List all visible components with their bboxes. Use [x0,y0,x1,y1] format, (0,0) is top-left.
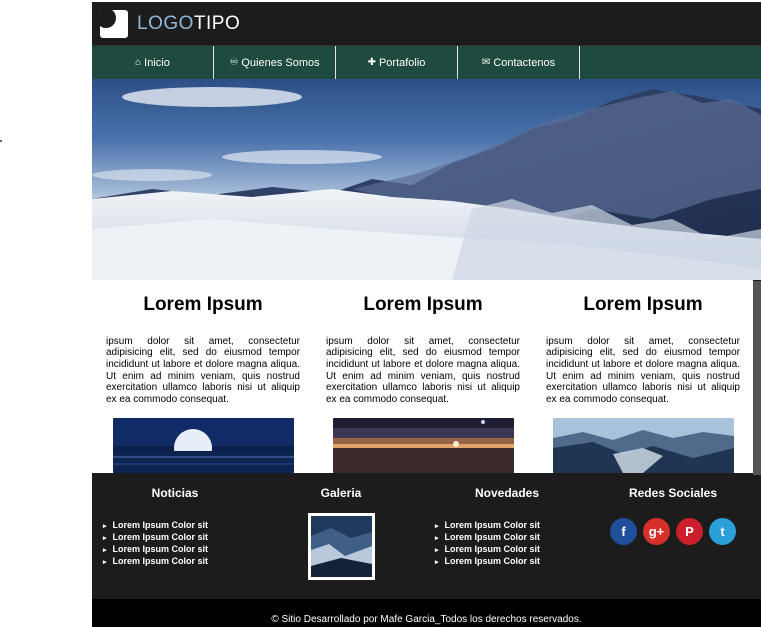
stray-dot [0,140,2,142]
nav-label: Contactenos [493,56,556,69]
list-item[interactable]: ▸ Lorem Ipsum Color sit [435,556,540,568]
copyright-bar: © Sitio Desarrollado por Mafe Garcia_Tod… [92,599,761,627]
scrollbar[interactable] [753,281,761,475]
bullet-icon: ▸ [435,523,439,530]
envelope-icon: ✉ [481,57,491,68]
logo[interactable]: LOGOTIPO [137,13,240,35]
content-column: Lorem Ipsum ipsum dolor sit amet, consec… [326,280,520,473]
footer: Noticias ▸ Lorem Ipsum Color sit ▸ Lorem I… [92,473,761,600]
content-section: Lorem Ipsum ipsum dolor sit amet, consec… [92,280,753,473]
column-text: ipsum dolor sit amet, consectetur adipis… [106,335,300,405]
footer-column-novedades: Novedades ▸ Lorem Ipsum Color sit ▸ Lorem … [424,473,590,600]
hero-banner [92,79,761,280]
column-title: Lorem Ipsum [143,294,263,315]
moon-thumbnail[interactable] [112,418,294,473]
column-title: Lorem Ipsum [363,294,483,315]
novedades-list: ▸ Lorem Ipsum Color sit ▸ Lorem Ipsum Colo… [435,520,540,568]
nav-item-quienes-somos[interactable]: ♾ Quienes Somos [214,46,336,79]
bullet-icon: ▸ [435,559,439,566]
page-container: LOGOTIPO ⌂ Inicio ♾ Quienes Somos ✚ Port… [92,2,761,627]
footer-title: Noticias [151,486,199,500]
facebook-icon[interactable]: f [610,518,637,545]
footer-title: Redes Sociales [628,486,718,500]
nav-label: Portafolio [378,56,426,69]
logo-icon [100,9,128,38]
google-plus-icon[interactable]: g+ [643,518,670,545]
list-item[interactable]: ▸ Lorem Ipsum Color sit [103,544,208,556]
header: LOGOTIPO [92,2,761,46]
bullet-icon: ▸ [103,535,107,542]
list-item[interactable]: ▸ Lorem Ipsum Color sit [435,520,540,532]
content-column: Lorem Ipsum ipsum dolor sit amet, consec… [546,280,740,473]
list-item[interactable]: ▸ Lorem Ipsum Color sit [103,520,208,532]
logo-text-part-b: TIPO [193,12,241,34]
bullet-icon: ▸ [103,523,107,530]
handshake-icon: ♾ [229,57,239,68]
bullet-icon: ▸ [103,547,107,554]
social-icons: f g+ P t [610,518,736,545]
twitter-icon[interactable]: t [709,518,736,545]
footer-column-redes-sociales: Redes Sociales f g+ P t [590,473,756,600]
copyright-text: © Sitio Desarrollado por Mafe Garcia_Tod… [271,614,582,625]
main-nav: ⌂ Inicio ♾ Quienes Somos ✚ Portafolio ✉ … [92,46,761,79]
nav-item-inicio[interactable]: ⌂ Inicio [92,46,214,79]
logo-text-part-a: LOGO [137,12,194,34]
nav-label: Inicio [144,56,170,69]
nav-item-contactenos[interactable]: ✉ Contactenos [458,46,580,79]
hero-mountain-image [92,87,761,280]
nav-item-portafolio[interactable]: ✚ Portafolio [336,46,458,79]
bullet-icon: ▸ [435,547,439,554]
bullet-icon: ▸ [435,535,439,542]
footer-title: Galeria [320,486,362,500]
column-title: Lorem Ipsum [583,294,703,315]
footer-column-noticias: Noticias ▸ Lorem Ipsum Color sit ▸ Lorem I… [92,473,258,600]
column-text: ipsum dolor sit amet, consectetur adipis… [326,335,520,405]
content-column: Lorem Ipsum ipsum dolor sit amet, consec… [106,280,300,473]
list-item[interactable]: ▸ Lorem Ipsum Color sit [435,544,540,556]
list-item[interactable]: ▸ Lorem Ipsum Color sit [103,556,208,568]
column-text: ipsum dolor sit amet, consectetur adipis… [546,335,740,405]
list-item[interactable]: ▸ Lorem Ipsum Color sit [435,532,540,544]
bullet-icon: ▸ [103,559,107,566]
nav-label: Quienes Somos [241,56,320,69]
footer-column-galeria: Galeria [258,473,424,600]
home-icon: ⌂ [135,57,142,68]
footer-title: Novedades [474,486,540,500]
noticias-list: ▸ Lorem Ipsum Color sit ▸ Lorem Ipsum Colo… [103,520,208,568]
gallery-image[interactable] [307,513,375,580]
ice-valley-thumbnail[interactable] [552,418,734,473]
list-item[interactable]: ▸ Lorem Ipsum Color sit [103,532,208,544]
pinterest-icon[interactable]: P [676,518,703,545]
sunset-thumbnail[interactable] [332,418,514,473]
puzzle-icon: ✚ [367,57,376,68]
